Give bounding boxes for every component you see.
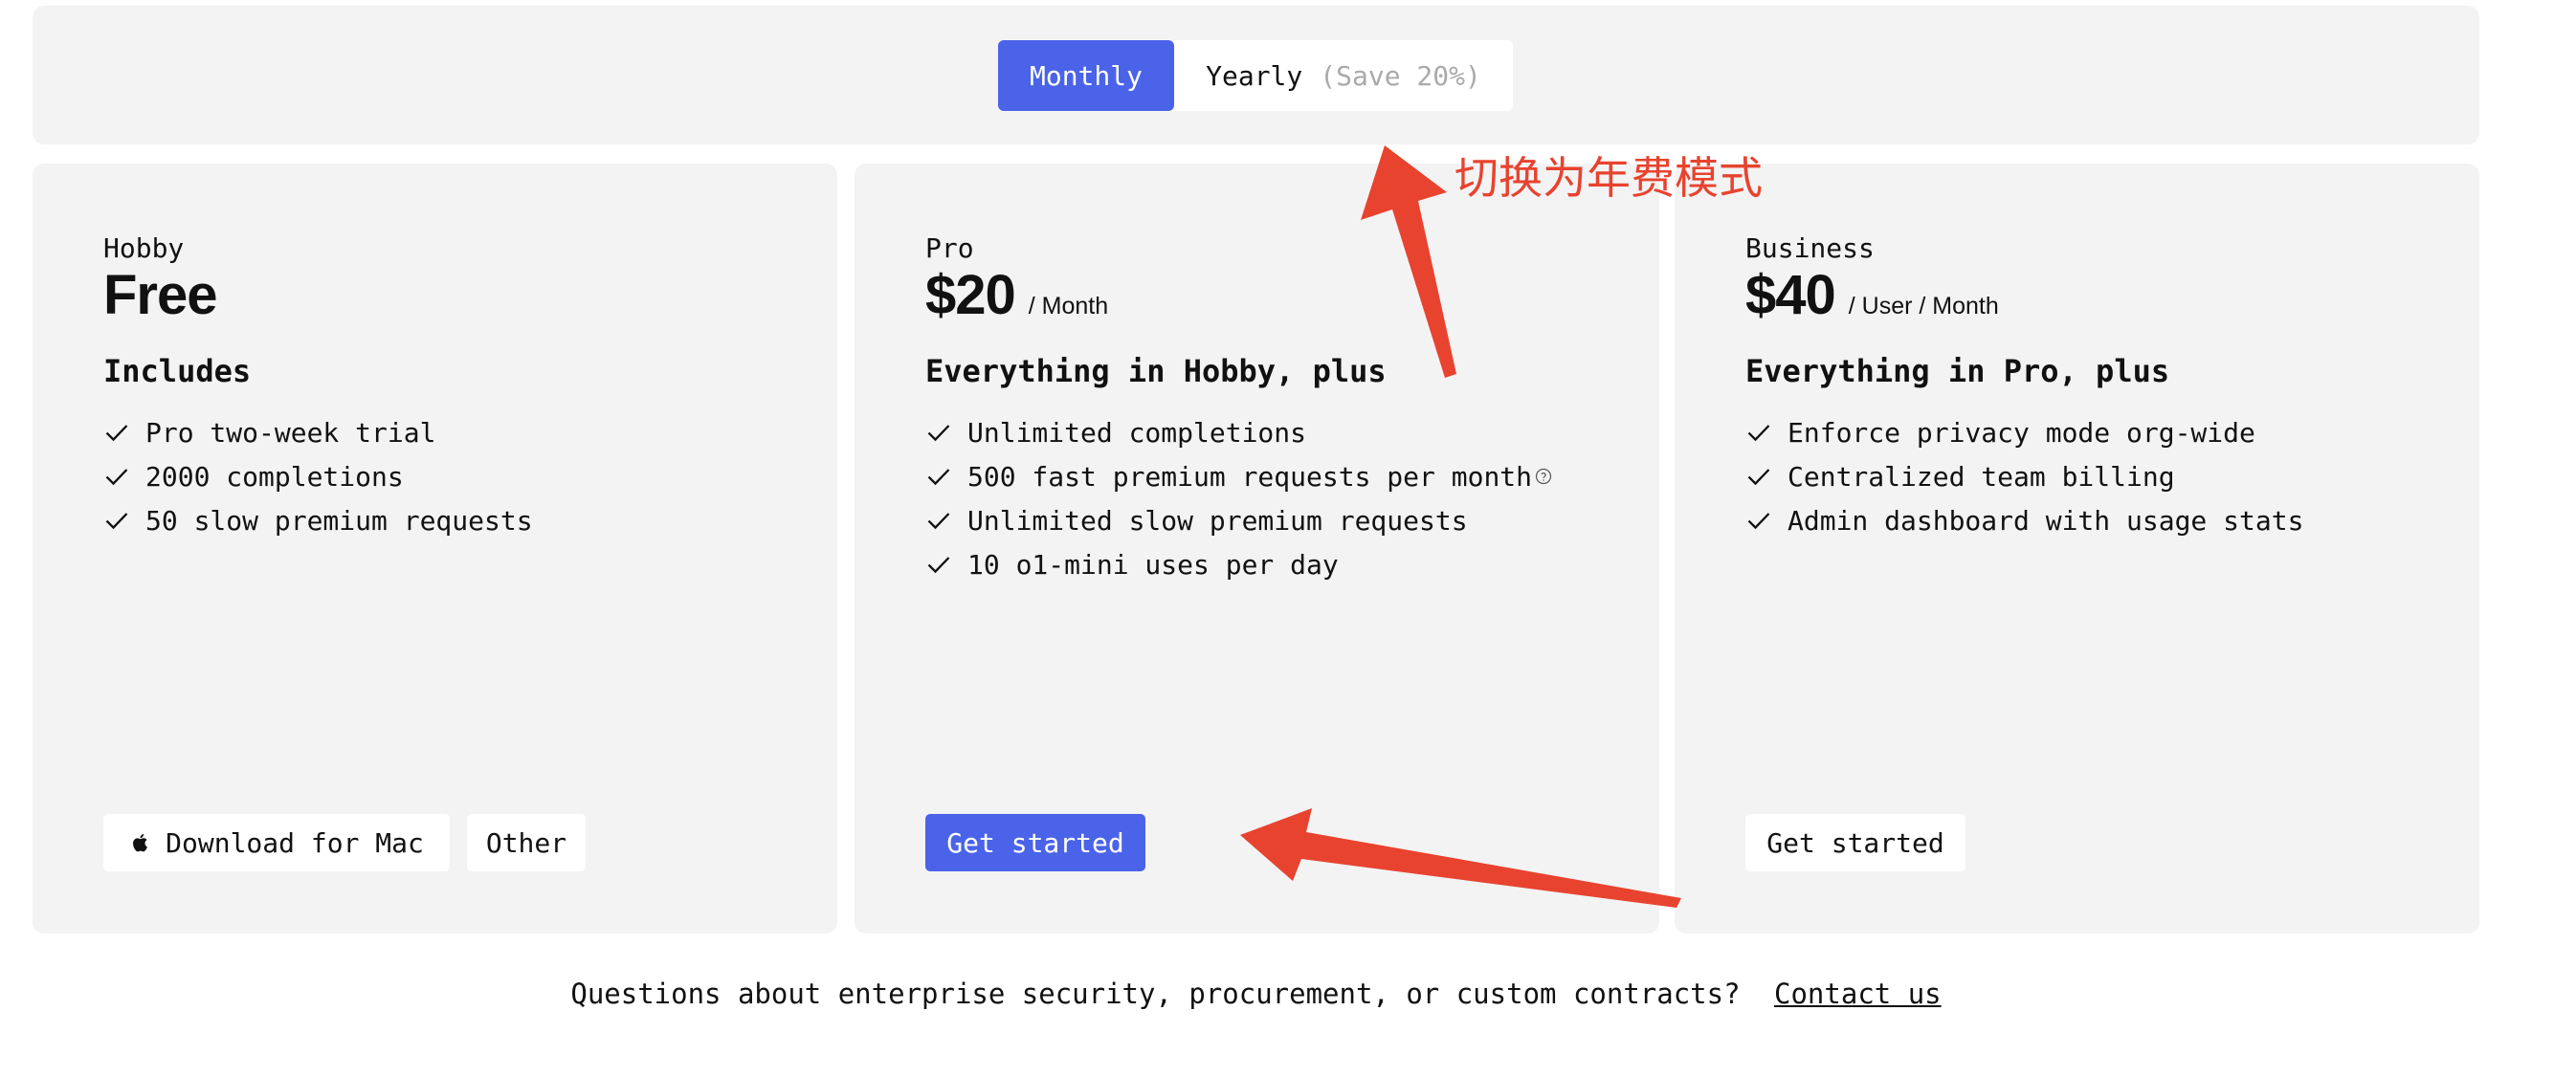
check-icon [105, 513, 128, 530]
feature-text: Unlimited completions [967, 416, 1307, 449]
footer-text: Questions about enterprise security, pro… [570, 978, 1741, 1010]
yearly-toggle-button[interactable]: Yearly (Save 20%) [1174, 40, 1513, 111]
check-icon [1747, 425, 1770, 442]
plan-card-pro: Pro $20 / Month Everything in Hobby, plu… [855, 164, 1659, 934]
feature-text: Admin dashboard with usage stats [1788, 504, 2304, 537]
check-icon [927, 469, 950, 486]
pro-get-started-button[interactable]: Get started [925, 814, 1145, 871]
feature-text: Enforce privacy mode org-wide [1788, 416, 2255, 449]
feature-item: 50 slow premium requests [103, 498, 533, 542]
check-icon [927, 513, 950, 530]
plan-price-row: $40 / User / Month [1745, 263, 1999, 327]
yearly-savings-label: (Save 20%) [1320, 59, 1481, 92]
feature-item: 2000 completions [103, 454, 533, 498]
help-circle-icon[interactable] [1535, 468, 1552, 485]
feature-item: Admin dashboard with usage stats [1745, 498, 2303, 542]
monthly-toggle-button[interactable]: Monthly [998, 40, 1174, 111]
check-icon [1747, 469, 1770, 486]
enterprise-footer: Questions about enterprise security, pro… [0, 978, 2512, 1010]
feature-list: Enforce privacy mode org-wide Centralize… [1745, 410, 2303, 542]
feature-text: Unlimited slow premium requests [967, 504, 1468, 537]
download-for-mac-button[interactable]: Download for Mac [103, 814, 450, 871]
feature-item: Enforce privacy mode org-wide [1745, 410, 2303, 454]
features-title: Includes [103, 353, 252, 389]
check-icon [105, 469, 128, 486]
feature-item: Unlimited completions [925, 410, 1552, 454]
business-get-started-button[interactable]: Get started [1745, 814, 1965, 871]
plan-card-business: Business $40 / User / Month Everything i… [1675, 164, 2479, 934]
plan-card-hobby: Hobby Free Includes Pro two-week trial 2… [33, 164, 837, 934]
check-icon [927, 425, 950, 442]
annotation-label: 切换为年费模式 [1455, 152, 1763, 204]
get-started-label: Get started [946, 826, 1124, 859]
check-icon [1747, 513, 1770, 530]
other-label: Other [485, 826, 567, 859]
feature-list: Unlimited completions 500 fast premium r… [925, 410, 1552, 586]
feature-item: Centralized team billing [1745, 454, 2303, 498]
feature-text: Pro two-week trial [145, 416, 436, 449]
plan-price-unit: / Month [1028, 293, 1109, 319]
plan-price-unit: / User / Month [1848, 293, 1999, 319]
apple-icon [133, 834, 148, 852]
feature-text: 500 fast premium requests per month [967, 460, 1533, 493]
feature-text: Centralized team billing [1788, 460, 2175, 493]
feature-text: 50 slow premium requests [145, 504, 533, 537]
download-for-mac-label: Download for Mac [166, 826, 424, 859]
plan-tier-name: Business [1745, 232, 1875, 264]
other-platforms-button[interactable]: Other [467, 814, 586, 871]
plan-price-row: $20 / Month [925, 263, 1108, 327]
plan-price: $40 [1745, 264, 1836, 326]
feature-text: 10 o1-mini uses per day [967, 548, 1339, 581]
plan-price: $20 [925, 264, 1016, 326]
feature-item: Unlimited slow premium requests [925, 498, 1552, 542]
feature-item: Pro two-week trial [103, 410, 533, 454]
check-icon [927, 557, 950, 574]
features-title: Everything in Hobby, plus [925, 353, 1387, 389]
plan-tier-name: Hobby [103, 232, 185, 264]
plan-price-row: Free [103, 263, 218, 327]
feature-item: 500 fast premium requests per month [925, 454, 1552, 498]
monthly-label: Monthly [1029, 59, 1143, 92]
yearly-label: Yearly [1206, 59, 1303, 92]
check-icon [105, 425, 128, 442]
feature-text: 2000 completions [145, 460, 404, 493]
plan-tier-name: Pro [925, 232, 974, 264]
plan-price: Free [103, 264, 218, 326]
feature-list: Pro two-week trial 2000 completions 50 s… [103, 410, 533, 542]
features-title: Everything in Pro, plus [1745, 353, 2170, 389]
get-started-label: Get started [1766, 826, 1944, 859]
contact-us-link[interactable]: Contact us [1774, 978, 1942, 1010]
feature-item: 10 o1-mini uses per day [925, 542, 1552, 586]
